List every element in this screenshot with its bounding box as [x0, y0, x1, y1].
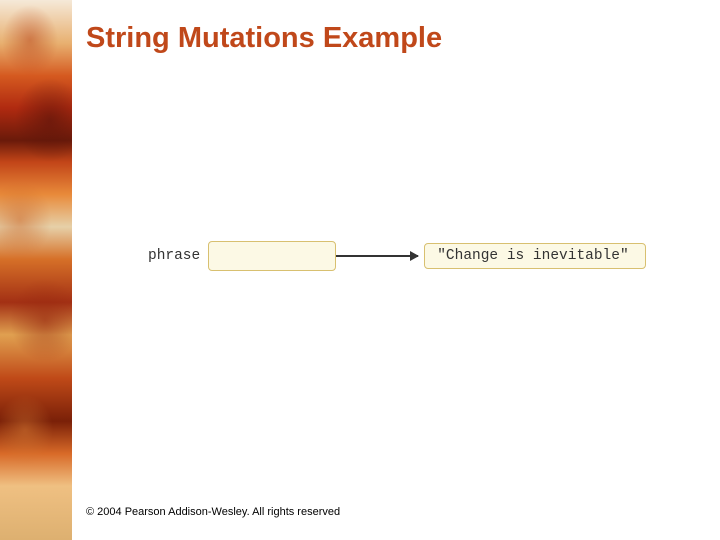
string-object-box: "Change is inevitable": [424, 243, 645, 269]
leaves-texture: [0, 0, 72, 540]
reference-arrow: [336, 255, 418, 257]
variable-box: [208, 241, 336, 271]
string-reference-diagram: phrase "Change is inevitable": [148, 235, 658, 277]
variable-name-label: phrase: [148, 248, 200, 264]
page-title: String Mutations Example: [86, 22, 442, 55]
decorative-sidebar: [0, 0, 72, 540]
copyright-footer: © 2004 Pearson Addison-Wesley. All right…: [86, 506, 340, 518]
